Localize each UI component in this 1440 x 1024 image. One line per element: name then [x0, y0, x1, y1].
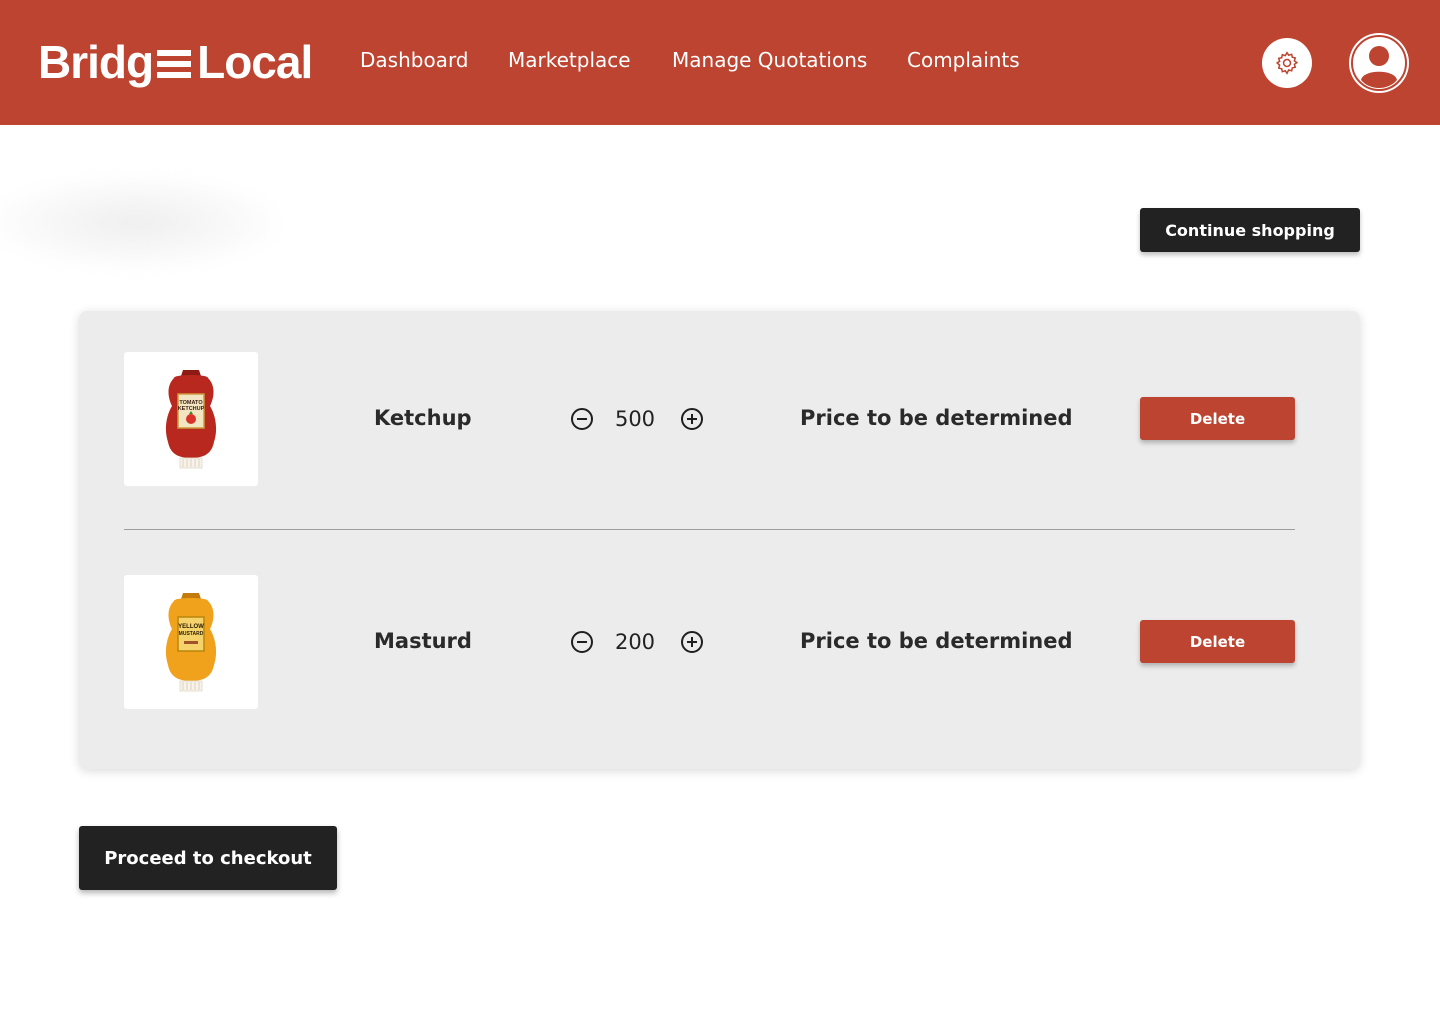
decrease-quantity-icon[interactable] [570, 407, 594, 431]
price-status: Price to be determined [800, 406, 1073, 430]
decrease-quantity-icon[interactable] [570, 630, 594, 654]
brand-logo[interactable]: Bridg Local [38, 30, 313, 94]
svg-text:KETCHUP: KETCHUP [178, 406, 205, 412]
cart-item-row: TOMATO KETCHUP Ketchup 500 Price to be d… [79, 352, 1360, 486]
cart-item-row: YELLOW MUSTARD Masturd 200 Price to be d… [79, 575, 1360, 709]
cart-panel: TOMATO KETCHUP Ketchup 500 Price to be d… [79, 311, 1360, 769]
quantity-value[interactable]: 200 [609, 630, 661, 654]
svg-text:MUSTARD: MUSTARD [179, 631, 204, 637]
increase-quantity-icon[interactable] [680, 630, 704, 654]
svg-text:YELLOW: YELLOW [178, 624, 204, 630]
price-status: Price to be determined [800, 629, 1073, 653]
top-header: Bridg Local Dashboard Marketplace Manage… [0, 0, 1440, 125]
row-divider [124, 529, 1295, 530]
nav-link-complaints[interactable]: Complaints [907, 48, 1020, 72]
product-name: Ketchup [374, 406, 472, 430]
increase-quantity-icon[interactable] [680, 407, 704, 431]
nav-link-dashboard[interactable]: Dashboard [360, 48, 469, 72]
profile-avatar-button[interactable] [1349, 33, 1409, 93]
delete-item-button[interactable]: Delete [1140, 397, 1295, 440]
mustard-bottle-icon: YELLOW MUSTARD [165, 593, 217, 692]
settings-button[interactable] [1262, 38, 1312, 88]
quantity-value[interactable]: 500 [609, 407, 661, 431]
nav-link-manage-quotations[interactable]: Manage Quotations [672, 48, 867, 72]
logo-bars-icon [157, 50, 192, 78]
product-name: Masturd [374, 629, 472, 653]
background-smudge [0, 175, 280, 270]
proceed-to-checkout-button[interactable]: Proceed to checkout [79, 826, 337, 890]
product-image: TOMATO KETCHUP [124, 352, 258, 486]
continue-shopping-button[interactable]: Continue shopping [1140, 208, 1360, 252]
delete-item-button[interactable]: Delete [1140, 620, 1295, 663]
gear-icon [1275, 51, 1299, 75]
product-image: YELLOW MUSTARD [124, 575, 258, 709]
user-icon [1351, 35, 1407, 91]
nav-link-marketplace[interactable]: Marketplace [508, 48, 631, 72]
brand-name-left: Bridg [38, 36, 154, 88]
brand-name-right: Local [197, 36, 313, 88]
ketchup-bottle-icon: TOMATO KETCHUP [165, 370, 217, 469]
